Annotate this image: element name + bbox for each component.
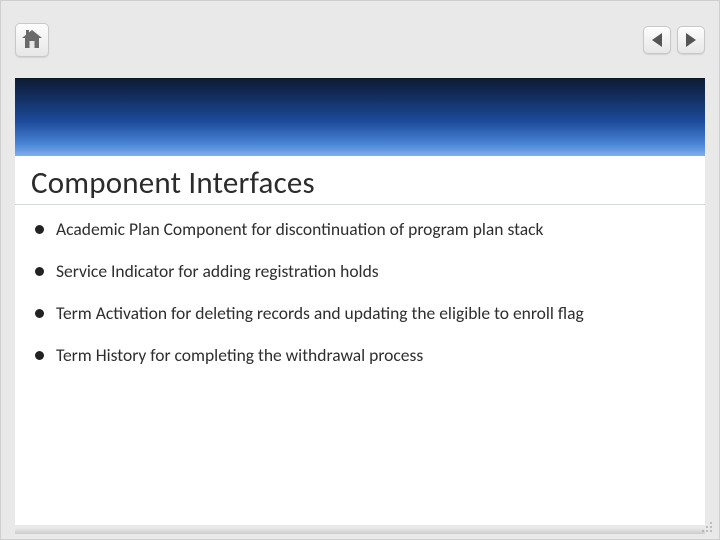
- slide-body: Component Interfaces Academic Plan Compo…: [15, 156, 705, 525]
- toolbar: [15, 10, 705, 70]
- bullet-text: Term History for completing the withdraw…: [56, 345, 423, 367]
- next-button[interactable]: [677, 26, 705, 54]
- list-item: Academic Plan Component for discontinuat…: [35, 219, 685, 241]
- home-icon: [30, 41, 35, 48]
- bullet-text: Academic Plan Component for discontinuat…: [56, 219, 543, 241]
- arrow-right-icon: [686, 33, 696, 47]
- prev-button[interactable]: [643, 26, 671, 54]
- bullet-icon: [35, 309, 44, 318]
- slide-stage: Component Interfaces Academic Plan Compo…: [0, 0, 720, 540]
- resize-grip-icon: [700, 520, 712, 532]
- bullet-icon: [35, 351, 44, 360]
- bullet-text: Term Activation for deleting records and…: [56, 303, 584, 325]
- list-item: Term Activation for deleting records and…: [35, 303, 685, 325]
- bottom-shadow: [15, 528, 705, 534]
- bullet-text: Service Indicator for adding registratio…: [56, 261, 379, 283]
- bullet-list: Academic Plan Component for discontinuat…: [15, 205, 705, 367]
- bullet-icon: [35, 267, 44, 276]
- banner: [15, 78, 705, 156]
- toolbar-left: [15, 23, 49, 57]
- bullet-icon: [35, 225, 44, 234]
- list-item: Term History for completing the withdraw…: [35, 345, 685, 367]
- arrow-left-icon: [652, 33, 662, 47]
- title-wrap: Component Interfaces: [15, 156, 705, 205]
- slide-title: Component Interfaces: [31, 164, 689, 202]
- toolbar-right: [643, 26, 705, 54]
- home-button[interactable]: [15, 23, 49, 57]
- list-item: Service Indicator for adding registratio…: [35, 261, 685, 283]
